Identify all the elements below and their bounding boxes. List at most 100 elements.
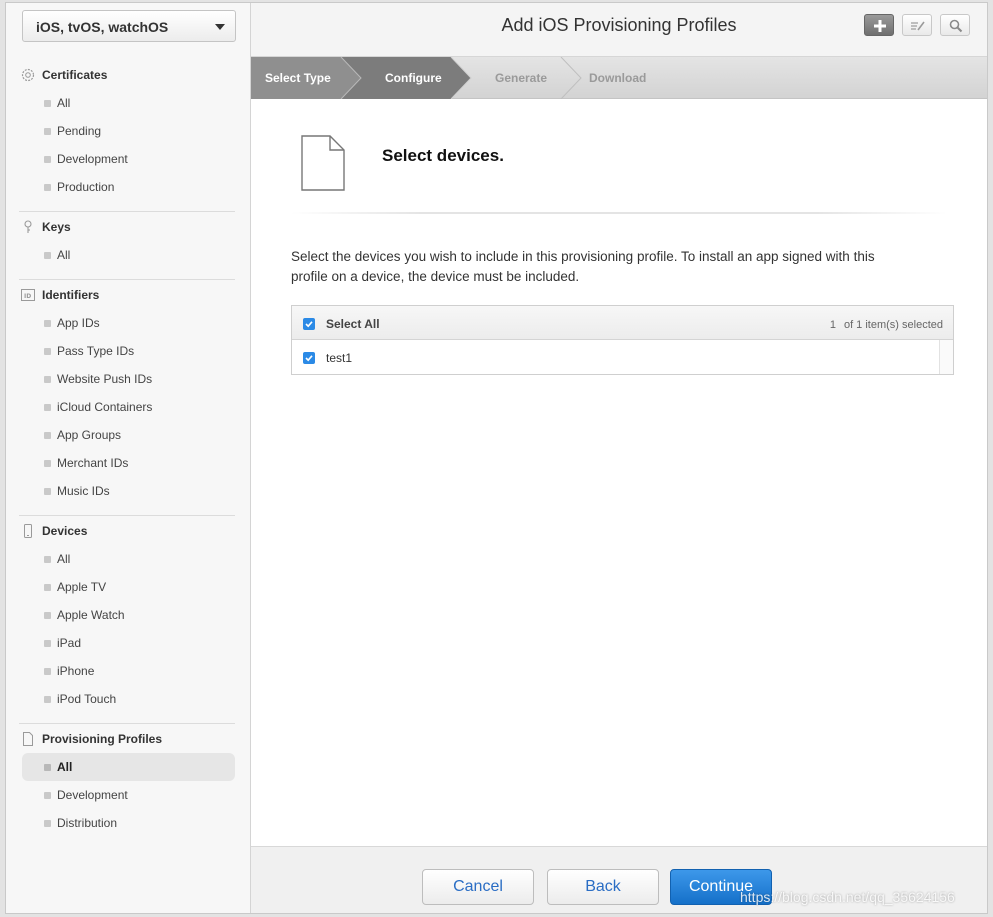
- select-all-checkbox[interactable]: [303, 318, 315, 330]
- sidebar-header-certificates[interactable]: Certificates: [6, 61, 251, 89]
- sidebar: iOS, tvOS, watchOS Certificates All Pend…: [6, 3, 251, 913]
- sidebar-item-label: Development: [57, 788, 128, 802]
- sidebar-item-label: iPhone: [57, 664, 95, 678]
- sidebar-item-label: All: [57, 248, 71, 262]
- sidebar-item-merchant-ids[interactable]: Merchant IDs: [22, 449, 235, 477]
- sidebar-item-app-ids[interactable]: App IDs: [22, 309, 235, 337]
- sidebar-header-devices[interactable]: Devices: [6, 517, 251, 545]
- sidebar-item-apple-watch[interactable]: Apple Watch: [22, 601, 235, 629]
- sidebar-header-provisioning-profiles[interactable]: Provisioning Profiles: [6, 725, 251, 753]
- back-button[interactable]: Back: [547, 869, 659, 905]
- bullet-icon: [44, 792, 51, 799]
- table-row[interactable]: test1: [292, 340, 953, 374]
- sidebar-header-label: Devices: [42, 524, 88, 538]
- sidebar-divider: [19, 211, 235, 212]
- sidebar-item-label: All: [57, 96, 71, 110]
- sidebar-section-certificates: Certificates All Pending Development Pro…: [6, 61, 251, 201]
- bullet-icon: [44, 100, 51, 107]
- sidebar-item-music-ids[interactable]: Music IDs: [22, 477, 235, 505]
- step-generate: Generate: [495, 71, 548, 85]
- bullet-icon: [44, 556, 51, 563]
- selection-count: 1 of 1 item(s) selected: [830, 319, 943, 331]
- sidebar-item-ipad[interactable]: iPad: [22, 629, 235, 657]
- key-icon: [24, 220, 32, 233]
- sidebar-item-apple-tv[interactable]: Apple TV: [22, 573, 235, 601]
- bullet-icon: [44, 488, 51, 495]
- search-icon: [949, 19, 963, 33]
- search-button[interactable]: [940, 14, 970, 36]
- edit-button[interactable]: [902, 14, 932, 36]
- sidebar-item-certificates-development[interactable]: Development: [22, 145, 235, 173]
- sidebar-item-label: Music IDs: [57, 484, 110, 498]
- checkmark-icon: [305, 321, 313, 328]
- sidebar-item-profiles-distribution[interactable]: Distribution: [22, 809, 235, 837]
- sidebar-item-label: iCloud Containers: [57, 400, 153, 414]
- cancel-button[interactable]: Cancel: [422, 869, 534, 905]
- sidebar-item-label: App IDs: [57, 316, 100, 330]
- sidebar-section-keys: Keys All: [6, 213, 251, 269]
- device-checkbox[interactable]: [303, 352, 315, 364]
- sidebar-item-keys-all[interactable]: All: [22, 241, 235, 269]
- bullet-icon: [44, 376, 51, 383]
- sidebar-divider: [19, 723, 235, 724]
- sidebar-item-label: All: [57, 760, 73, 774]
- sidebar-item-label: Website Push IDs: [57, 372, 153, 386]
- select-all-label: Select All: [326, 317, 380, 331]
- sidebar-divider: [19, 515, 235, 516]
- main-panel: Add iOS Provisioning Profiles Select Typ…: [251, 3, 987, 913]
- bullet-icon: [44, 252, 51, 259]
- table-header-row: Select All 1 of 1 item(s) selected: [292, 306, 953, 340]
- app-window: iOS, tvOS, watchOS Certificates All Pend…: [5, 2, 988, 914]
- sidebar-item-profiles-development[interactable]: Development: [22, 781, 235, 809]
- sidebar-item-label: Production: [57, 180, 115, 194]
- certificate-icon: [21, 68, 35, 82]
- bullet-icon: [44, 460, 51, 467]
- bullet-icon: [44, 612, 51, 619]
- sidebar-item-ipod-touch[interactable]: iPod Touch: [22, 685, 235, 713]
- sidebar-item-icloud-containers[interactable]: iCloud Containers: [22, 393, 235, 421]
- divider: [291, 212, 947, 214]
- sidebar-item-label: Pass Type IDs: [57, 344, 135, 358]
- add-button[interactable]: [864, 14, 894, 36]
- bullet-icon: [44, 320, 51, 327]
- step-breadcrumb: Select Type Configure Generate Download: [251, 57, 987, 99]
- bullet-icon: [44, 432, 51, 439]
- sidebar-item-label: Merchant IDs: [57, 456, 129, 470]
- sidebar-item-label: App Groups: [57, 428, 122, 442]
- device-table: Select All 1 of 1 item(s) selected test1: [291, 305, 954, 375]
- plus-icon: [874, 20, 886, 32]
- sidebar-item-certificates-production[interactable]: Production: [22, 173, 235, 201]
- bullet-icon: [44, 668, 51, 675]
- sidebar-header-label: Keys: [42, 220, 71, 234]
- sidebar-item-label: Development: [57, 152, 128, 166]
- sidebar-section-devices: Devices All Apple TV Apple Watch iPad iP…: [6, 517, 251, 713]
- sidebar-item-certificates-all[interactable]: All: [22, 89, 235, 117]
- sidebar-divider: [19, 279, 235, 280]
- instructions-text: Select the devices you wish to include i…: [291, 249, 875, 284]
- bullet-icon: [44, 184, 51, 191]
- device-name: test1: [326, 351, 353, 365]
- step-select-type: Select Type: [265, 71, 331, 85]
- sidebar-section-provisioning-profiles: Provisioning Profiles All Development Di…: [6, 725, 251, 837]
- platform-select[interactable]: iOS, tvOS, watchOS: [22, 10, 236, 42]
- sidebar-item-pass-type-ids[interactable]: Pass Type IDs: [22, 337, 235, 365]
- chevron-down-icon: [215, 24, 225, 30]
- svg-text:ID: ID: [24, 293, 31, 300]
- sidebar-item-website-push-ids[interactable]: Website Push IDs: [22, 365, 235, 393]
- checkmark-icon: [305, 355, 313, 362]
- bullet-icon: [44, 764, 51, 771]
- sidebar-header-keys[interactable]: Keys: [6, 213, 251, 241]
- sidebar-item-profiles-all[interactable]: All: [22, 753, 235, 781]
- sidebar-item-iphone[interactable]: iPhone: [22, 657, 235, 685]
- sidebar-item-label: iPod Touch: [57, 692, 117, 706]
- scrollbar[interactable]: [939, 340, 953, 374]
- sidebar-header-identifiers[interactable]: ID Identifiers: [6, 281, 251, 309]
- sidebar-header-label: Certificates: [42, 68, 108, 82]
- selection-count-text: of 1 item(s) selected: [843, 319, 943, 331]
- sidebar-item-certificates-pending[interactable]: Pending: [22, 117, 235, 145]
- sidebar-item-devices-all[interactable]: All: [22, 545, 235, 573]
- sidebar-item-app-groups[interactable]: App Groups: [22, 421, 235, 449]
- sidebar-item-label: Apple Watch: [57, 608, 125, 622]
- watermark: https://blog.csdn.net/qq_35624156: [740, 889, 955, 905]
- bullet-icon: [44, 640, 51, 647]
